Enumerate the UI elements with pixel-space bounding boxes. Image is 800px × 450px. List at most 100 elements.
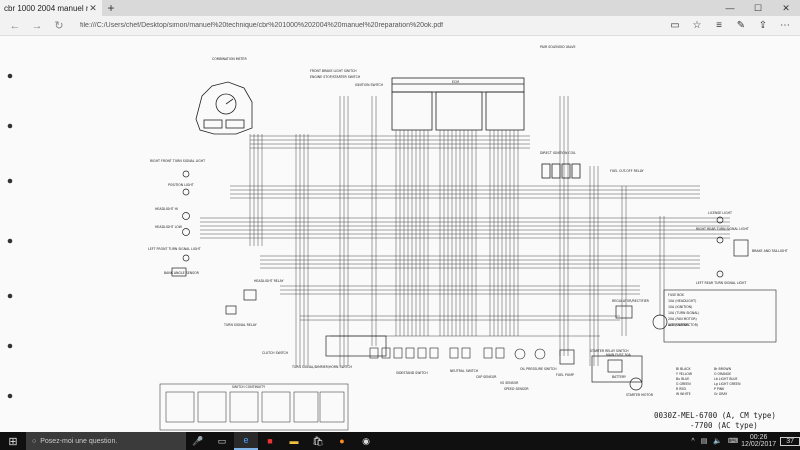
label-clutch-switch: CLUTCH SWITCH bbox=[262, 351, 289, 355]
edge-browser-icon[interactable]: e bbox=[234, 432, 258, 450]
color-key-item: Br BROWN bbox=[714, 367, 732, 371]
label-speed-sensor: SPEED SENSOR bbox=[504, 387, 529, 391]
label-position-light: POSITION LIGHT bbox=[168, 183, 194, 187]
date: 12/02/2017 bbox=[741, 441, 777, 448]
color-key-item: Bl BLACK bbox=[676, 367, 691, 371]
binder-hole bbox=[7, 238, 13, 244]
color-key-item: O ORANGE bbox=[714, 372, 731, 376]
color-key-item: R RED bbox=[676, 387, 686, 391]
url-field[interactable]: file:///C:/Users/chef/Desktop/simon/manu… bbox=[70, 22, 664, 29]
task-view-icon[interactable]: ▭ bbox=[210, 432, 234, 450]
maximize-icon[interactable]: ☐ bbox=[744, 0, 772, 16]
back-icon[interactable]: ← bbox=[4, 20, 26, 32]
fuse-line: 10A (TURN SIGNAL) bbox=[668, 311, 699, 315]
address-bar: ← → ↻ file:///C:/Users/chef/Desktop/simo… bbox=[0, 16, 800, 36]
label-headlight-hi: HEADLIGHT HI bbox=[155, 207, 178, 211]
label-turn-dimmer: TURN SIGNAL/DIMMER/HORN SWITCH bbox=[291, 365, 353, 369]
label-left-rear-turn: LEFT REAR TURN SIGNAL LIGHT bbox=[696, 281, 746, 285]
fuse-box-title: FUSE BOX bbox=[668, 293, 685, 297]
hub-icon[interactable]: ≡ bbox=[708, 20, 730, 31]
refresh-icon[interactable]: ↻ bbox=[48, 19, 70, 32]
color-key-item: Y YELLOW bbox=[676, 372, 693, 376]
toolbar-icons: ▭ ☆ ≡ ✎ ⇪ ⋯ bbox=[664, 20, 796, 31]
binder-hole bbox=[7, 73, 13, 79]
close-tab-icon[interactable]: ✕ bbox=[88, 3, 98, 14]
tray-chevron-icon[interactable]: ^ bbox=[688, 438, 697, 445]
volume-icon[interactable]: 🔈 bbox=[710, 437, 725, 445]
microphone-icon[interactable]: 🎤 bbox=[186, 432, 210, 450]
app-icon-red[interactable]: ■ bbox=[258, 432, 282, 450]
cortana-search[interactable]: ○ Posez-moi une question. bbox=[26, 432, 186, 450]
minimize-icon[interactable]: — bbox=[716, 0, 744, 16]
label-license-light: LICENSE LIGHT bbox=[708, 211, 732, 215]
color-key-item: Gr GRAY bbox=[714, 392, 727, 396]
taskbar: ⊞ ○ Posez-moi une question. 🎤 ▭ e ■ ▬ 🛍 … bbox=[0, 432, 800, 450]
label-switch-continuity: SWITCH CONTINUITY bbox=[232, 385, 265, 389]
label-fuel-pump: FUEL PUMP bbox=[556, 373, 574, 377]
label-right-front-turn: RIGHT FRONT TURN SIGNAL LIGHT bbox=[150, 159, 205, 163]
time: 00:26 bbox=[749, 434, 768, 441]
tab-title: cbr 1000 2004 manuel r bbox=[4, 3, 88, 13]
binder-hole bbox=[7, 393, 13, 399]
media-player-icon[interactable]: ◉ bbox=[354, 432, 378, 450]
label-starter-motor: STARTER MOTOR bbox=[626, 393, 654, 397]
firefox-icon[interactable]: ● bbox=[330, 432, 354, 450]
label-neutral: NEUTRAL SWITCH bbox=[450, 369, 479, 373]
more-icon[interactable]: ⋯ bbox=[774, 20, 796, 31]
new-tab-icon[interactable]: + bbox=[102, 1, 120, 15]
color-key-item: Lb LIGHT BLUE bbox=[714, 377, 738, 381]
store-icon[interactable]: 🛍 bbox=[306, 432, 330, 450]
label-front-brake: FRONT BRAKE LIGHT SWITCH bbox=[310, 69, 357, 73]
document-code-line-1: 0030Z-MEL-6700 (A, CM type) bbox=[654, 411, 776, 420]
label-headlight-relay: HEADLIGHT RELAY bbox=[254, 279, 284, 283]
label-sidestand: SIDESTAND SWITCH bbox=[396, 371, 428, 375]
label-engine-stop: ENGINE STOP/STARTER SWITCH bbox=[310, 75, 361, 79]
document-code-line-2: -7700 (AC type) bbox=[690, 421, 758, 430]
search-icon: ○ bbox=[32, 437, 37, 445]
label-right-rear-turn: RIGHT REAR TURN SIGNAL LIGHT bbox=[696, 227, 749, 231]
color-key-item: Lg LIGHT GREEN bbox=[714, 382, 741, 386]
binder-hole bbox=[7, 343, 13, 349]
tab-bar: cbr 1000 2004 manuel r ✕ + — ☐ ✕ bbox=[0, 0, 800, 16]
favorite-star-icon[interactable]: ☆ bbox=[686, 20, 708, 31]
notification-count: 37 bbox=[786, 437, 794, 445]
label-bank-angle: BANK ANGLE SENSOR bbox=[164, 271, 200, 275]
network-icon[interactable]: ▤ bbox=[698, 437, 711, 445]
forward-icon[interactable]: → bbox=[26, 20, 48, 32]
binder-hole bbox=[7, 178, 13, 184]
tab-pdf[interactable]: cbr 1000 2004 manuel r ✕ bbox=[0, 0, 102, 16]
label-left-front-turn: LEFT FRONT TURN SIGNAL LIGHT bbox=[148, 247, 201, 251]
color-key-item: W WHITE bbox=[676, 392, 691, 396]
keyboard-icon[interactable]: ⌨ bbox=[725, 437, 741, 445]
clock[interactable]: 00:26 12/02/2017 bbox=[741, 434, 776, 448]
fuse-line: 10A (HEADLIGHT) bbox=[668, 299, 696, 303]
close-window-icon[interactable]: ✕ bbox=[772, 0, 800, 16]
color-key-item: Bu BLUE bbox=[676, 377, 689, 381]
windows-start-icon[interactable]: ⊞ bbox=[0, 435, 26, 448]
search-placeholder: Posez-moi une question. bbox=[40, 437, 118, 445]
web-note-icon[interactable]: ✎ bbox=[730, 20, 752, 31]
binder-hole bbox=[7, 123, 13, 129]
fuse-line: 20A (FAN MOTOR) bbox=[668, 317, 697, 321]
label-combination-meter: COMBINATION METER bbox=[212, 57, 247, 61]
fuse-line: 10A (IGNITION) bbox=[668, 305, 692, 309]
label-oil-pressure: OIL PRESSURE SWITCH bbox=[520, 367, 557, 371]
file-explorer-icon[interactable]: ▬ bbox=[282, 432, 306, 450]
label-ignition-switch: IGNITION SWITCH bbox=[355, 83, 384, 87]
label-fuel-cut-relay: FUEL CUT-OFF RELAY bbox=[610, 169, 644, 173]
label-brake-tail: BRAKE AND TAILLIGHT bbox=[752, 249, 788, 253]
label-headlight-lo: HEADLIGHT LOW bbox=[155, 225, 183, 229]
label-regulator: REGULATOR/RECTIFIER bbox=[612, 299, 650, 303]
label-battery: BATTERY bbox=[612, 375, 626, 379]
pdf-viewer[interactable]: COMBINATION METER ECM DIRECT IGNITION CO… bbox=[0, 36, 800, 432]
window-controls: — ☐ ✕ bbox=[716, 0, 800, 16]
label-ckp-sensor: CKP SENSOR bbox=[476, 375, 497, 379]
system-tray: ^ ▤ 🔈 ⌨ 00:26 12/02/2017 37 bbox=[688, 434, 800, 448]
fuse-line: 10A (CONNECTOR) bbox=[668, 323, 698, 327]
share-icon[interactable]: ⇪ bbox=[752, 20, 774, 31]
label-direct-ignition: DIRECT IGNITION COIL bbox=[540, 151, 576, 155]
label-main-fuse: MAIN FUSE 30A bbox=[606, 353, 632, 357]
notifications-icon[interactable]: 37 bbox=[780, 436, 800, 446]
binder-hole bbox=[7, 293, 13, 299]
reading-view-icon[interactable]: ▭ bbox=[664, 20, 686, 31]
